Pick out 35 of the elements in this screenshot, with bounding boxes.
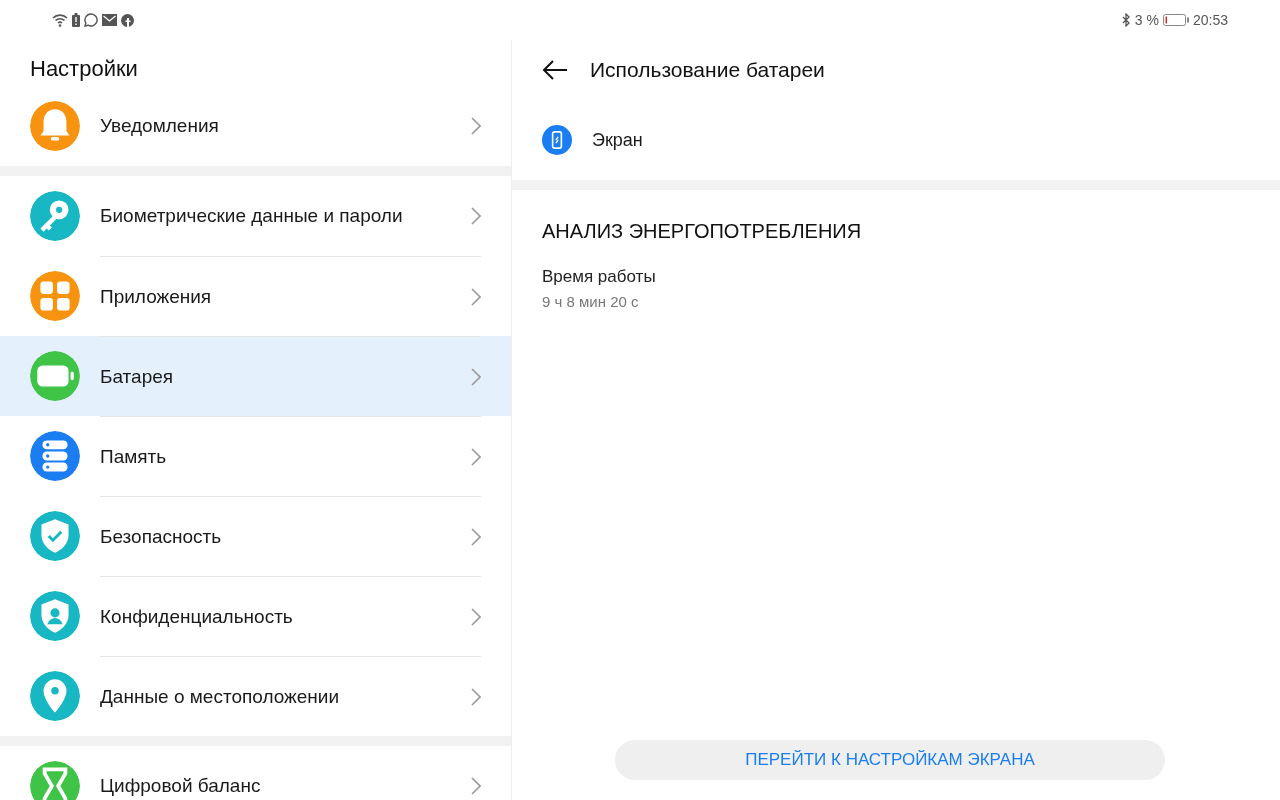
settings-item[interactable]: Безопасность xyxy=(0,496,511,576)
field-value: 9 ч 8 мин 20 с xyxy=(542,293,640,310)
wifi-icon xyxy=(52,13,68,27)
page-title: Использование батареи xyxy=(590,58,825,82)
chevron-icon xyxy=(471,207,481,225)
screen-item[interactable]: Экран xyxy=(512,100,1280,180)
back-arrow-icon[interactable] xyxy=(542,60,568,80)
settings-item[interactable]: Биометрические данные и пароли xyxy=(0,176,511,256)
settings-item[interactable]: Батарея xyxy=(0,336,511,416)
settings-item[interactable]: Цифровой баланс xyxy=(0,746,511,800)
chevron-icon xyxy=(471,527,481,546)
battery-alert-icon xyxy=(72,13,80,27)
chevron-icon xyxy=(471,117,481,135)
chevron-icon xyxy=(471,447,481,466)
settings-item[interactable]: Память xyxy=(0,416,511,496)
battery-icon xyxy=(1162,14,1189,26)
screen-label: Экран xyxy=(592,129,643,151)
chevron-icon xyxy=(471,687,481,706)
settings-title: Настройки xyxy=(29,55,139,83)
phone-icon xyxy=(542,125,572,155)
settings-item[interactable]: Уведомления xyxy=(0,86,511,166)
chevron-icon xyxy=(471,367,481,386)
chevron-icon xyxy=(471,607,481,626)
battery-percent: 3 % xyxy=(1134,12,1159,28)
chat-bubble-icon xyxy=(84,13,98,27)
bluetooth-icon xyxy=(1121,13,1131,27)
field-label: Время работы xyxy=(542,267,657,287)
settings-item[interactable]: Конфиденциальность xyxy=(0,576,511,656)
settings-item[interactable]: Приложения xyxy=(0,256,511,336)
clock: 20:53 xyxy=(1192,12,1228,28)
section-heading: АНАЛИЗ ЭНЕРГОПОТРЕБЛЕНИЯ xyxy=(542,220,863,243)
mail-icon xyxy=(102,14,117,26)
chevron-icon xyxy=(471,287,481,306)
round-app-icon xyxy=(121,13,134,27)
chevron-icon xyxy=(471,777,481,795)
